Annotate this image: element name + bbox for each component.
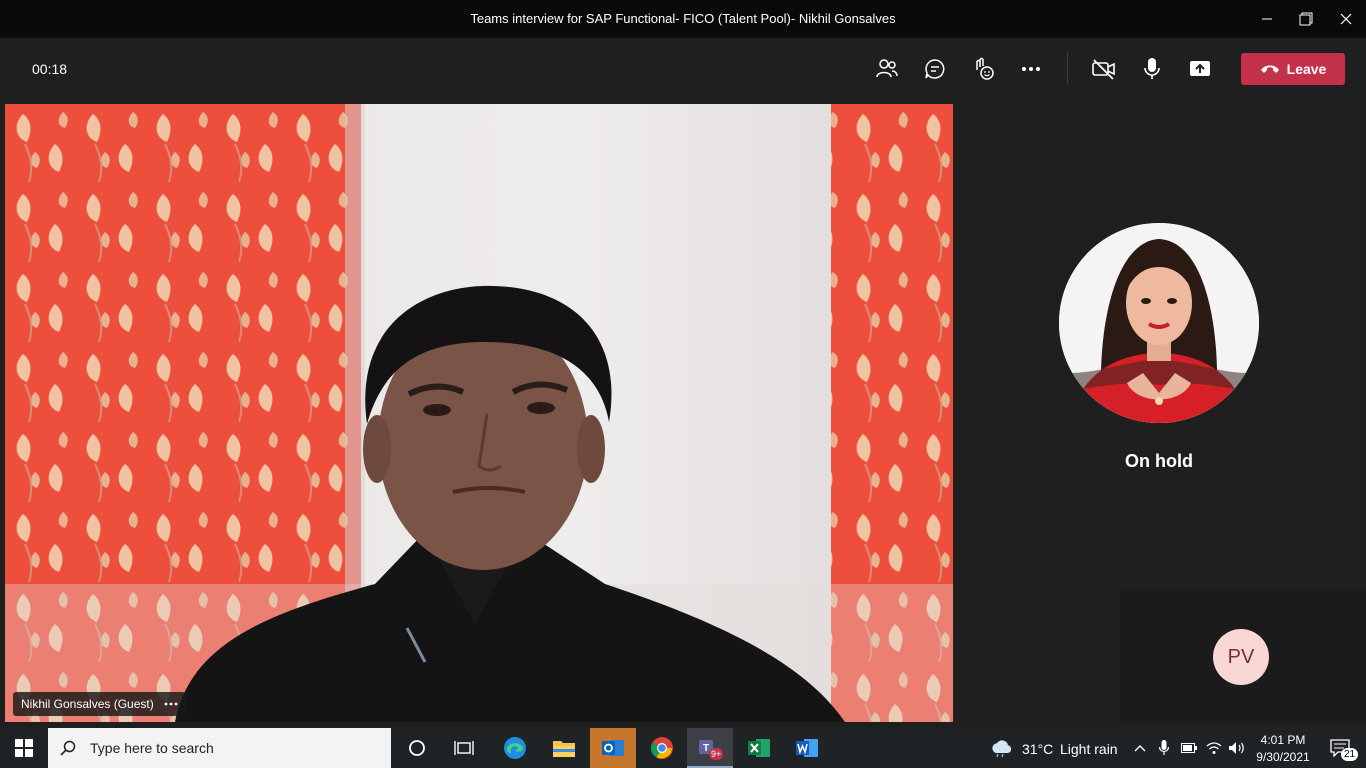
restore-icon xyxy=(1299,12,1313,26)
cortana-button[interactable] xyxy=(397,728,437,768)
participants-button[interactable] xyxy=(870,54,904,84)
hidden-icons-button[interactable] xyxy=(1131,728,1149,768)
window-title: Teams interview for SAP Functional- FICO… xyxy=(470,11,896,26)
outlook-icon xyxy=(602,740,624,756)
reactions-icon xyxy=(976,57,994,80)
minimize-button[interactable] xyxy=(1252,6,1282,32)
on-hold-avatar xyxy=(1059,223,1259,423)
battery-status[interactable] xyxy=(1179,728,1199,768)
call-toolbar: 00:18 Leave xyxy=(0,38,1366,100)
task-view-icon xyxy=(454,741,474,755)
restore-button[interactable] xyxy=(1291,6,1321,32)
close-icon xyxy=(1340,13,1352,25)
windows-taskbar: Type here to search T 9+ 31°C Light rain xyxy=(0,728,1366,768)
participant-name: Nikhil Gonsalves (Guest) xyxy=(21,697,154,711)
taskbar-search-box[interactable]: Type here to search xyxy=(48,728,391,768)
network-status[interactable] xyxy=(1204,728,1224,768)
excel-icon xyxy=(748,739,770,757)
people-icon xyxy=(876,59,898,78)
camera-off-icon xyxy=(1092,59,1115,80)
search-placeholder: Type here to search xyxy=(90,740,214,756)
battery-icon xyxy=(1181,743,1197,753)
avatar: PV xyxy=(1213,629,1269,685)
volume-icon xyxy=(1229,742,1244,754)
call-timer: 00:18 xyxy=(32,61,68,77)
chevron-up-icon xyxy=(1134,745,1146,752)
toolbar-divider xyxy=(1067,52,1068,84)
profile-photo xyxy=(1059,223,1259,423)
mic-tray-icon xyxy=(1159,740,1169,755)
mic-icon xyxy=(1144,58,1160,79)
on-hold-status: On hold xyxy=(1125,451,1193,471)
search-icon xyxy=(60,740,76,756)
share-icon xyxy=(1190,61,1210,76)
task-view-button[interactable] xyxy=(444,728,484,768)
taskbar-teams[interactable]: T 9+ xyxy=(687,728,733,768)
chat-icon xyxy=(925,59,945,79)
edge-icon xyxy=(504,737,526,759)
taskbar-excel[interactable] xyxy=(738,728,780,768)
reactions-button[interactable] xyxy=(966,54,1000,84)
action-center-button[interactable]: 21 xyxy=(1320,728,1360,768)
close-button[interactable] xyxy=(1331,6,1361,32)
hangup-icon xyxy=(1260,65,1279,73)
camera-toggle-button[interactable] xyxy=(1087,54,1121,84)
clock-time: 4:01 PM xyxy=(1260,732,1306,747)
notification-count: 21 xyxy=(1341,748,1359,761)
more-icon xyxy=(1022,67,1040,71)
file-explorer-icon xyxy=(553,741,575,757)
volume-control[interactable] xyxy=(1227,728,1247,768)
leave-label: Leave xyxy=(1286,61,1327,77)
chat-button[interactable] xyxy=(918,54,952,84)
teams-notification-badge: 9+ xyxy=(709,748,724,760)
cortana-icon xyxy=(409,740,425,756)
windows-start-icon xyxy=(15,739,33,757)
taskbar-file-explorer[interactable] xyxy=(543,728,585,768)
taskbar-chrome[interactable] xyxy=(641,728,683,768)
window-titlebar: Teams interview for SAP Functional- FICO… xyxy=(0,0,1366,38)
minimize-icon xyxy=(1262,18,1272,20)
share-content-button[interactable] xyxy=(1183,54,1217,84)
clock-area[interactable]: 4:01 PM 9/30/2021 xyxy=(1253,728,1313,768)
weather-temperature: 31°C xyxy=(1022,741,1054,757)
participant-video xyxy=(5,104,953,722)
taskbar-word[interactable] xyxy=(786,728,828,768)
start-button[interactable] xyxy=(0,728,48,768)
clock-date: 9/30/2021 xyxy=(1256,749,1310,764)
mic-in-use-indicator[interactable] xyxy=(1155,728,1173,768)
main-video-tile[interactable]: Nikhil Gonsalves (Guest) xyxy=(5,104,953,722)
participant-name-label: Nikhil Gonsalves (Guest) xyxy=(13,692,186,716)
leave-button[interactable]: Leave xyxy=(1241,53,1345,85)
weather-condition: Light rain xyxy=(1060,741,1118,757)
more-actions-button[interactable] xyxy=(1014,54,1048,84)
more-options-icon[interactable] xyxy=(164,702,178,706)
mic-toggle-button[interactable] xyxy=(1135,54,1169,84)
taskbar-outlook[interactable] xyxy=(590,728,636,768)
weather-widget[interactable] xyxy=(988,728,1016,768)
wifi-icon xyxy=(1206,742,1222,754)
taskbar-edge[interactable] xyxy=(494,728,536,768)
chrome-icon xyxy=(651,737,673,759)
weather-icon xyxy=(992,740,1012,757)
word-icon xyxy=(796,739,818,757)
participant-tile-pv[interactable]: PV xyxy=(1120,590,1366,722)
